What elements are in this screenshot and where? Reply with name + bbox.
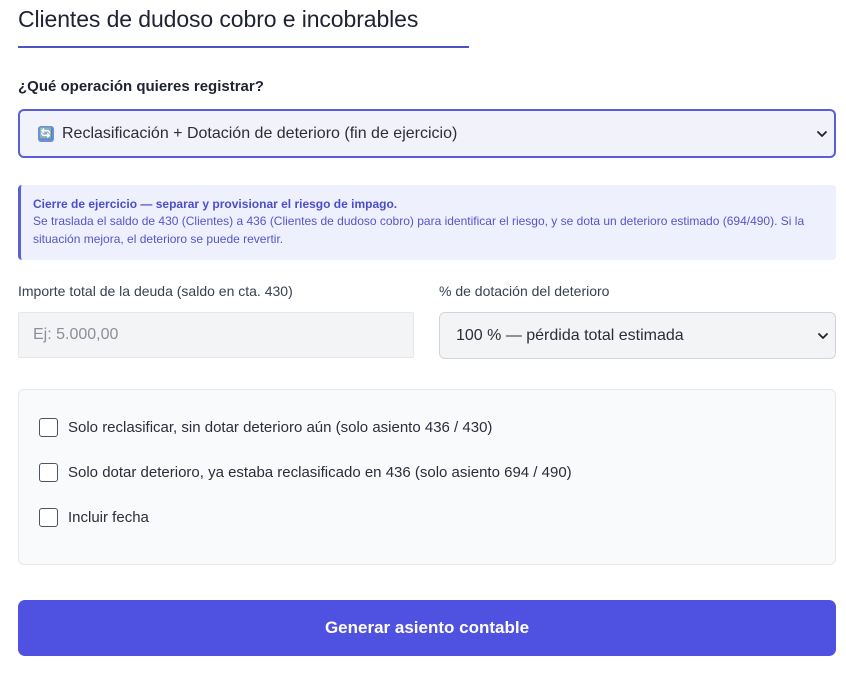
generate-entry-button[interactable]: Generar asiento contable [18,600,836,656]
option-include-date[interactable]: Incluir fecha [39,507,149,527]
amount-input[interactable] [18,312,414,358]
chevron-down-icon [817,130,827,137]
option-label: Solo reclasificar, sin dotar deterioro a… [68,418,493,436]
amount-label: Importe total de la deuda (saldo en cta.… [18,283,293,299]
title-underline [18,46,469,48]
percentage-label: % de dotación del deterioro [439,283,610,299]
info-text: Se traslada el saldo de 430 (Clientes) a… [33,214,805,246]
impairment-only-checkbox[interactable] [39,462,58,482]
chevron-down-icon [818,332,828,339]
operation-select[interactable]: 🔄 Reclasificación + Dotación de deterior… [18,109,836,158]
operation-selected-value: Reclasificación + Dotación de deterioro … [62,124,458,142]
info-title: Cierre de ejercicio — separar y provisio… [33,197,398,211]
info-callout: Cierre de ejercicio — separar y provisio… [18,185,836,260]
percentage-select[interactable]: 100 % — pérdida total estimada [439,312,836,359]
option-label: Solo dotar deterioro, ya estaba reclasif… [68,463,572,481]
reclassify-only-checkbox[interactable] [39,417,58,437]
page-title: Clientes de dudoso cobro e incobrables [18,6,419,32]
option-label: Incluir fecha [68,508,149,526]
options-panel: Solo reclasificar, sin dotar deterioro a… [18,389,836,565]
page: Clientes de dudoso cobro e incobrables ¿… [0,0,846,673]
percentage-selected-value: 100 % — pérdida total estimada [456,326,684,344]
option-reclassify-only[interactable]: Solo reclasificar, sin dotar deterioro a… [39,417,492,437]
include-date-checkbox[interactable] [39,507,58,527]
counterclockwise-arrows-icon: 🔄 [38,125,54,142]
operation-label: ¿Qué operación quieres registrar? [18,78,264,95]
option-impairment-only[interactable]: Solo dotar deterioro, ya estaba reclasif… [39,462,572,482]
